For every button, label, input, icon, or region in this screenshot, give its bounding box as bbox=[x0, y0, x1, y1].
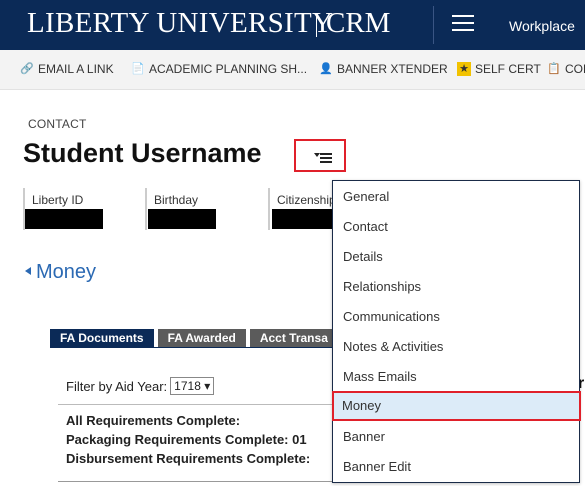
brand-suffix: CRM bbox=[326, 7, 391, 39]
menu-item-banner[interactable]: Banner bbox=[333, 422, 579, 452]
field-label: Citizenship bbox=[277, 193, 336, 207]
menu-item-general[interactable]: General bbox=[333, 182, 579, 212]
field-label: Birthday bbox=[154, 193, 199, 207]
brand-name: LIBERTY UNIVERSITY bbox=[27, 7, 334, 39]
divider bbox=[58, 481, 338, 482]
divider bbox=[58, 404, 338, 405]
menu-item-mass-emails[interactable]: Mass Emails bbox=[333, 362, 579, 392]
redacted-value bbox=[148, 209, 216, 229]
redacted-value bbox=[272, 209, 334, 229]
list-menu-icon bbox=[320, 153, 332, 165]
form-navigation-toggle[interactable] bbox=[294, 139, 346, 172]
collapse-arrow-icon bbox=[25, 267, 31, 275]
requirement-status-all: All Requirements Complete: bbox=[66, 413, 241, 428]
top-navigation-bar: LIBERTY UNIVERSITY CRM Workplace bbox=[0, 0, 585, 50]
menu-item-relationships[interactable]: Relationships bbox=[333, 272, 579, 302]
menu-item-banner-edit[interactable]: Banner Edit bbox=[333, 452, 579, 482]
email-a-link-button[interactable]: 🔗 EMAIL A LINK bbox=[20, 62, 114, 76]
document-icon: 📄 bbox=[131, 63, 145, 75]
requirement-status-disbursement: Disbursement Requirements Complete: bbox=[66, 451, 311, 466]
money-tabs: FA Documents FA Awarded Acct Transa bbox=[50, 329, 342, 347]
self-cert-label: SELF CERT bbox=[475, 62, 541, 76]
certificate-icon: ★ bbox=[457, 62, 471, 76]
tabs-underline bbox=[50, 347, 340, 348]
filter-label: Filter by Aid Year: bbox=[66, 378, 168, 394]
aid-year-select[interactable]: 1718 ▾ bbox=[170, 377, 215, 395]
aid-year-value: 1718 bbox=[174, 379, 201, 393]
form-navigation-menu: General Contact Details Relationships Co… bbox=[332, 180, 581, 483]
banner-xtender-button[interactable]: 👤 BANNER XTENDER bbox=[319, 62, 448, 76]
tab-acct-transactions[interactable]: Acct Transa bbox=[249, 329, 338, 347]
section-title: Money bbox=[36, 261, 97, 283]
cor-label: COR bbox=[565, 62, 585, 76]
topbar-divider bbox=[433, 6, 434, 44]
menu-item-money[interactable]: Money bbox=[332, 391, 581, 421]
banner-xtender-label: BANNER XTENDER bbox=[337, 62, 448, 76]
menu-item-communications[interactable]: Communications bbox=[333, 302, 579, 332]
email-a-link-label: EMAIL A LINK bbox=[38, 62, 114, 76]
link-icon: 🔗 bbox=[20, 63, 34, 75]
menu-item-notes-activities[interactable]: Notes & Activities bbox=[333, 332, 579, 362]
requirement-status-packaging: Packaging Requirements Complete: 01 bbox=[66, 432, 307, 447]
field-label: Liberty ID bbox=[32, 193, 84, 207]
redacted-value bbox=[25, 209, 103, 229]
money-section-header[interactable]: Money bbox=[25, 261, 96, 284]
person-icon: 👤 bbox=[319, 63, 333, 75]
academic-planning-label: ACADEMIC PLANNING SH... bbox=[149, 62, 308, 76]
command-bar: 🔗 EMAIL A LINK 📄 ACADEMIC PLANNING SH...… bbox=[0, 50, 585, 90]
entity-type-label: CONTACT bbox=[28, 117, 87, 131]
academic-planning-button[interactable]: 📄 ACADEMIC PLANNING SH... bbox=[131, 62, 307, 76]
tab-fa-awarded[interactable]: FA Awarded bbox=[157, 329, 246, 347]
workplace-area-link[interactable]: Workplace bbox=[509, 18, 575, 34]
tab-fa-documents[interactable]: FA Documents bbox=[50, 329, 154, 347]
cor-button[interactable]: 📋 COR bbox=[547, 62, 585, 76]
brand-divider bbox=[316, 13, 317, 37]
report-icon: 📋 bbox=[547, 63, 561, 75]
aid-year-filter: Filter by Aid Year: 1718 ▾ bbox=[66, 377, 215, 395]
record-title: Student Username bbox=[23, 138, 262, 168]
menu-item-contact[interactable]: Contact bbox=[333, 212, 579, 242]
hamburger-menu-icon[interactable] bbox=[452, 15, 474, 33]
menu-item-details[interactable]: Details bbox=[333, 242, 579, 272]
self-cert-button[interactable]: ★ SELF CERT bbox=[457, 62, 541, 76]
